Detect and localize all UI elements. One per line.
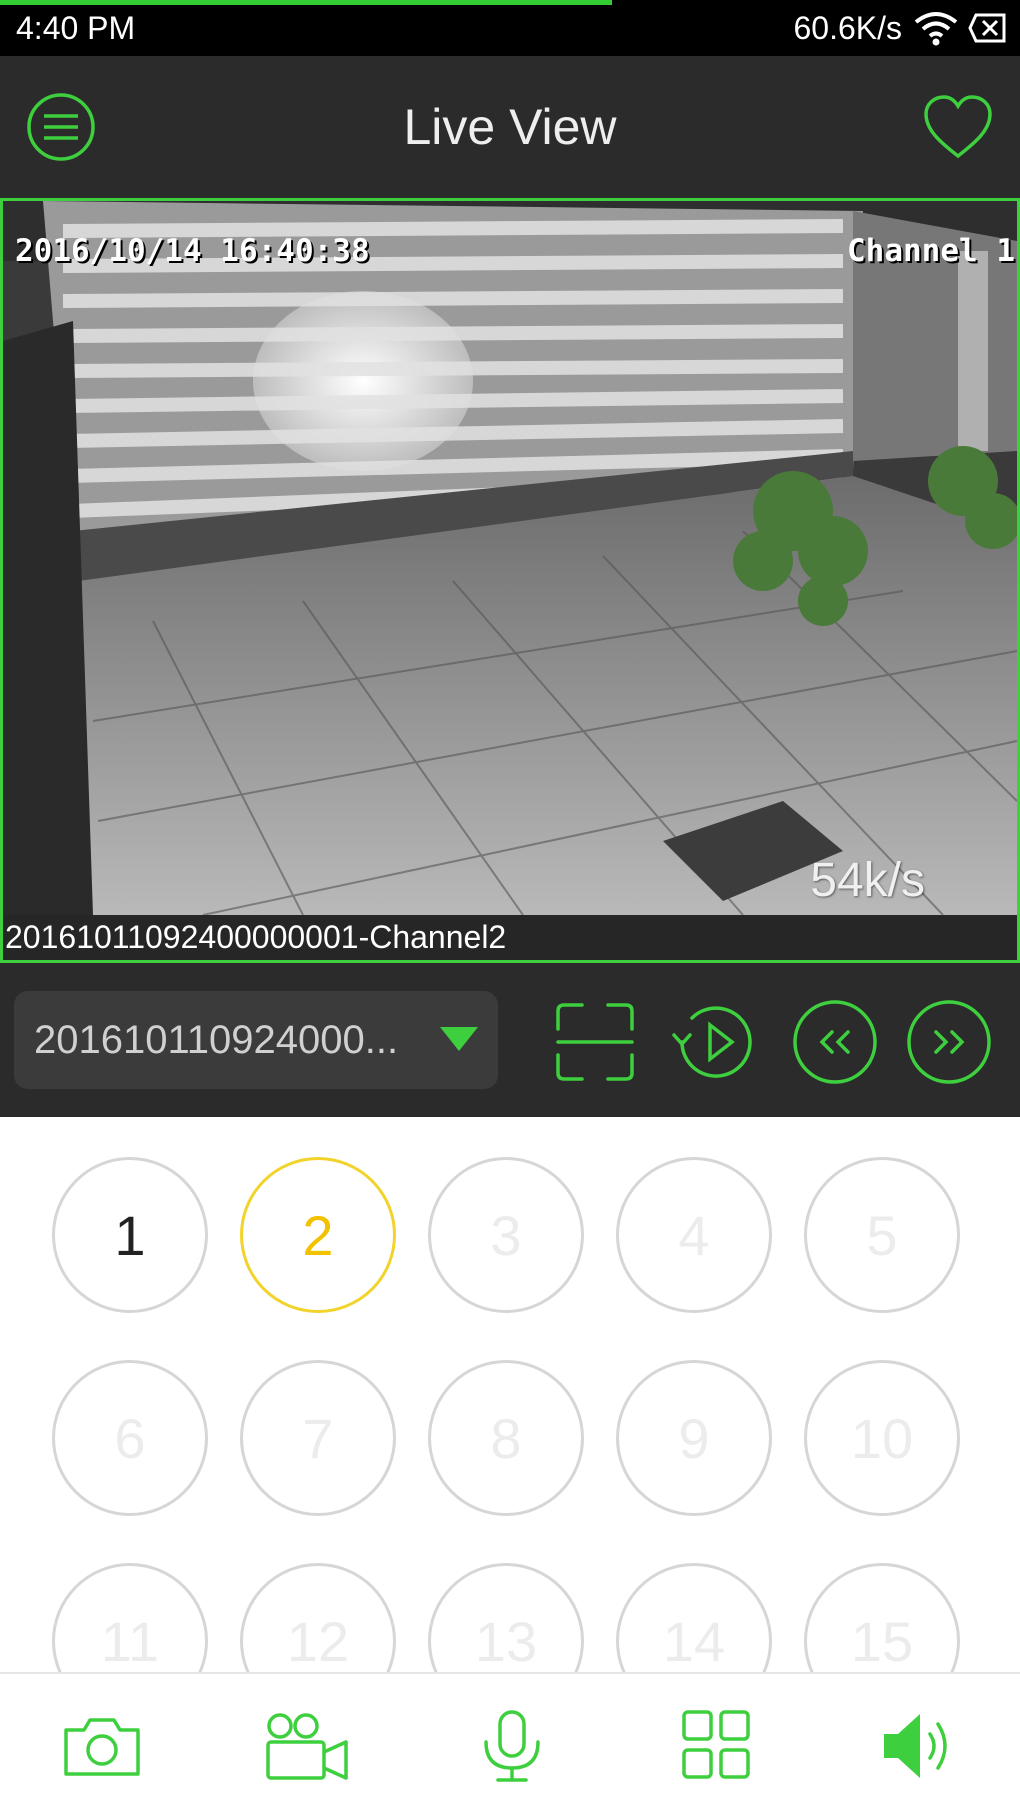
channel-button-3[interactable]: 3	[428, 1157, 584, 1313]
osd-channel-label: Channel 1	[847, 233, 1015, 269]
sim-icon	[968, 13, 1006, 43]
channel-grid: 1 2 3 4 5 6 7 8 9 10 11 12 13 14 15	[0, 1117, 1020, 1672]
page-load-progress	[0, 0, 1020, 5]
channel-button-1[interactable]: 1	[52, 1157, 208, 1313]
page-load-progress-fill	[0, 0, 612, 5]
app-bar: Live View	[0, 56, 1020, 198]
channel-button-5[interactable]: 5	[804, 1157, 960, 1313]
record-icon[interactable]	[264, 1710, 350, 1782]
dropdown-arrow-icon	[440, 1027, 478, 1051]
grid-icon[interactable]	[676, 1710, 756, 1782]
device-dropdown-value: 201610110924000...	[34, 1018, 399, 1062]
bottom-toolbar	[0, 1672, 1020, 1813]
channel-button-6[interactable]: 6	[52, 1360, 208, 1516]
channel-button-2[interactable]: 2	[240, 1157, 396, 1313]
fullscreen-icon[interactable]	[552, 999, 638, 1085]
live-video-view[interactable]: 2016/10/14 16:40:38 Channel 1 54k/s 2016…	[0, 198, 1020, 963]
speaker-icon[interactable]	[880, 1710, 960, 1782]
playback-icon[interactable]	[670, 999, 762, 1085]
channel-button-14[interactable]: 14	[616, 1563, 772, 1672]
status-time: 4:40 PM	[16, 10, 136, 46]
camera-icon[interactable]	[62, 1710, 142, 1782]
next-icon[interactable]	[906, 999, 992, 1085]
status-bar: 4:40 PM 60.6K/s	[0, 0, 1020, 56]
channel-button-9[interactable]: 9	[616, 1360, 772, 1516]
channel-button-15[interactable]: 15	[804, 1563, 960, 1672]
device-dropdown[interactable]: 201610110924000...	[14, 991, 498, 1089]
previous-icon[interactable]	[792, 999, 878, 1085]
camera-feed-image	[3, 201, 1017, 915]
channel-button-10[interactable]: 10	[804, 1360, 960, 1516]
heart-icon[interactable]	[922, 94, 994, 162]
stream-bitrate: 54k/s	[810, 854, 925, 907]
channel-button-8[interactable]: 8	[428, 1360, 584, 1516]
channel-button-12[interactable]: 12	[240, 1563, 396, 1672]
page-title: Live View	[403, 99, 617, 155]
network-speed: 60.6K/s	[793, 10, 902, 46]
wifi-icon	[914, 12, 958, 46]
channel-button-13[interactable]: 13	[428, 1563, 584, 1672]
channel-button-11[interactable]: 11	[52, 1563, 208, 1672]
channel-button-7[interactable]: 7	[240, 1360, 396, 1516]
video-channel-caption: 20161011092400000001-Channel2	[3, 915, 1017, 960]
osd-timestamp: 2016/10/14 16:40:38	[15, 233, 370, 269]
microphone-icon[interactable]	[472, 1710, 552, 1782]
playback-control-bar: 201610110924000...	[0, 963, 1020, 1117]
channel-button-4[interactable]: 4	[616, 1157, 772, 1313]
